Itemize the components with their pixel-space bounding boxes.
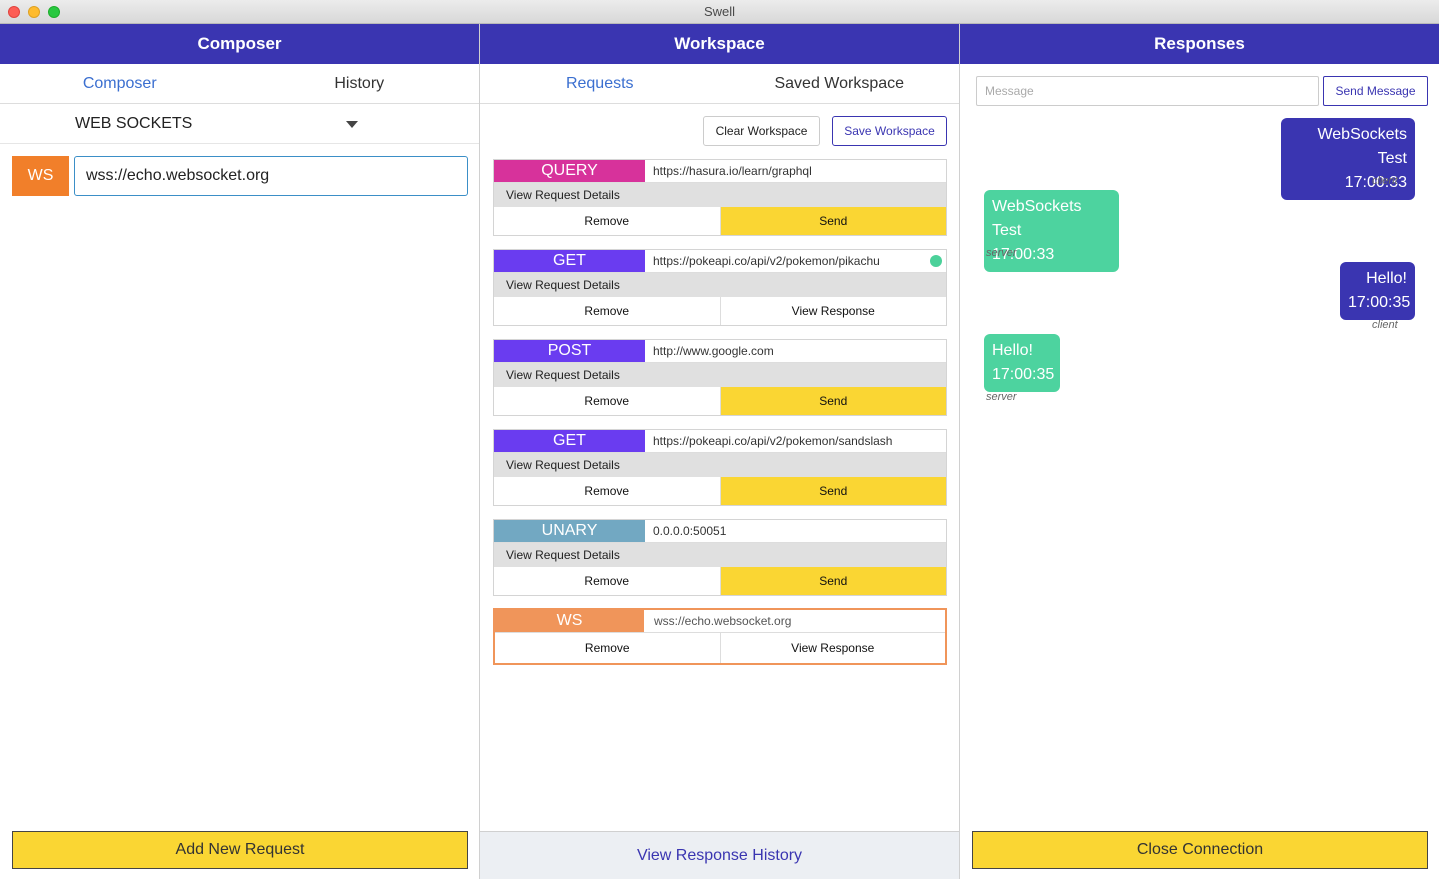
request-card: QUERY https://hasura.io/learn/graphql Vi… (493, 159, 947, 236)
message-bubble-client: Hello! 17:00:35 (1340, 262, 1415, 320)
message-sender: client (1372, 175, 1398, 187)
send-button[interactable]: Send (720, 477, 946, 505)
request-card: POST http://www.google.com View Request … (493, 339, 947, 416)
workspace-tabs: Requests Saved Workspace (480, 64, 959, 104)
tab-requests[interactable]: Requests (480, 64, 720, 103)
method-badge: POST (494, 340, 645, 362)
view-request-details-button[interactable]: View Request Details (494, 183, 946, 207)
request-url: wss://echo.websocket.org (654, 614, 792, 628)
view-request-details-button[interactable]: View Request Details (494, 453, 946, 477)
send-button[interactable]: Send (720, 567, 946, 595)
method-badge: WS (495, 610, 644, 632)
message-sender: client (1372, 319, 1398, 331)
message-text: Hello! (992, 342, 1033, 359)
clear-workspace-button[interactable]: Clear Workspace (703, 116, 820, 146)
method-badge: UNARY (494, 520, 645, 542)
message-input[interactable] (976, 76, 1319, 106)
chevron-down-icon[interactable] (346, 121, 358, 128)
request-url: http://www.google.com (653, 344, 774, 358)
view-response-history-button[interactable]: View Response History (480, 831, 959, 879)
url-input[interactable] (74, 156, 468, 196)
view-request-details-button[interactable]: View Request Details (494, 363, 946, 387)
view-request-details-button[interactable]: View Request Details (494, 543, 946, 567)
request-card: GET https://pokeapi.co/api/v2/pokemon/pi… (493, 249, 947, 326)
composer-header: Composer (0, 24, 479, 64)
close-connection-button[interactable]: Close Connection (972, 831, 1428, 869)
window-titlebar: Swell (0, 0, 1439, 24)
remove-button[interactable]: Remove (494, 477, 721, 505)
remove-button[interactable]: Remove (495, 633, 721, 663)
view-response-button[interactable]: View Response (721, 633, 946, 663)
add-new-request-button[interactable]: Add New Request (12, 831, 468, 869)
send-message-button[interactable]: Send Message (1323, 76, 1428, 106)
request-url: https://pokeapi.co/api/v2/pokemon/pikach… (653, 254, 880, 268)
message-bubble-server: WebSockets Test 17:00:33 (984, 190, 1119, 272)
protocol-select-value: WEB SOCKETS (75, 115, 193, 132)
remove-button[interactable]: Remove (494, 387, 721, 415)
method-badge: GET (494, 430, 645, 452)
workspace-header: Workspace (480, 24, 959, 64)
composer-panel: Composer Composer History WEB SOCKETS WS… (0, 24, 480, 879)
message-sender: server (986, 391, 1017, 403)
method-badge: QUERY (494, 160, 645, 182)
remove-button[interactable]: Remove (494, 567, 721, 595)
request-url: 0.0.0.0:50051 (653, 524, 727, 538)
request-url: https://hasura.io/learn/graphql (653, 164, 812, 178)
composer-tabs: Composer History (0, 64, 479, 104)
remove-button[interactable]: Remove (494, 207, 721, 235)
request-card: GET https://pokeapi.co/api/v2/pokemon/sa… (493, 429, 947, 506)
tab-saved-workspace[interactable]: Saved Workspace (720, 64, 960, 103)
tab-composer[interactable]: Composer (0, 64, 240, 103)
window-title: Swell (703, 4, 736, 19)
view-response-button[interactable]: View Response (721, 297, 947, 325)
remove-button[interactable]: Remove (494, 297, 721, 325)
send-button[interactable]: Send (720, 207, 946, 235)
protocol-badge: WS (12, 156, 69, 196)
request-card: UNARY 0.0.0.0:50051 View Request Details… (493, 519, 947, 596)
responses-panel: Responses Send Message WebSockets Test 1… (960, 24, 1439, 879)
responses-header: Responses (960, 24, 1439, 64)
message-text: WebSockets Test (1317, 126, 1407, 167)
message-time: 17:00:35 (992, 366, 1055, 383)
protocol-select[interactable]: WEB SOCKETS (0, 104, 479, 144)
message-text: Hello! (1366, 270, 1407, 287)
message-bubble-client: WebSockets Test 17:00:33 (1281, 118, 1415, 200)
connection-status-icon (930, 255, 942, 267)
save-workspace-button[interactable]: Save Workspace (832, 116, 947, 146)
view-request-details-button[interactable]: View Request Details (494, 273, 946, 297)
tab-history[interactable]: History (240, 64, 480, 103)
workspace-panel: Workspace Requests Saved Workspace Clear… (480, 24, 960, 879)
send-button[interactable]: Send (720, 387, 946, 415)
message-time: 17:00:35 (1348, 294, 1411, 311)
message-text: WebSockets Test (992, 198, 1082, 239)
method-badge: GET (494, 250, 645, 272)
request-card-active: WS wss://echo.websocket.org Remove View … (493, 608, 947, 665)
request-url: https://pokeapi.co/api/v2/pokemon/sandsl… (653, 434, 893, 448)
message-bubble-server: Hello! 17:00:35 (984, 334, 1060, 392)
message-sender: server (986, 247, 1017, 259)
